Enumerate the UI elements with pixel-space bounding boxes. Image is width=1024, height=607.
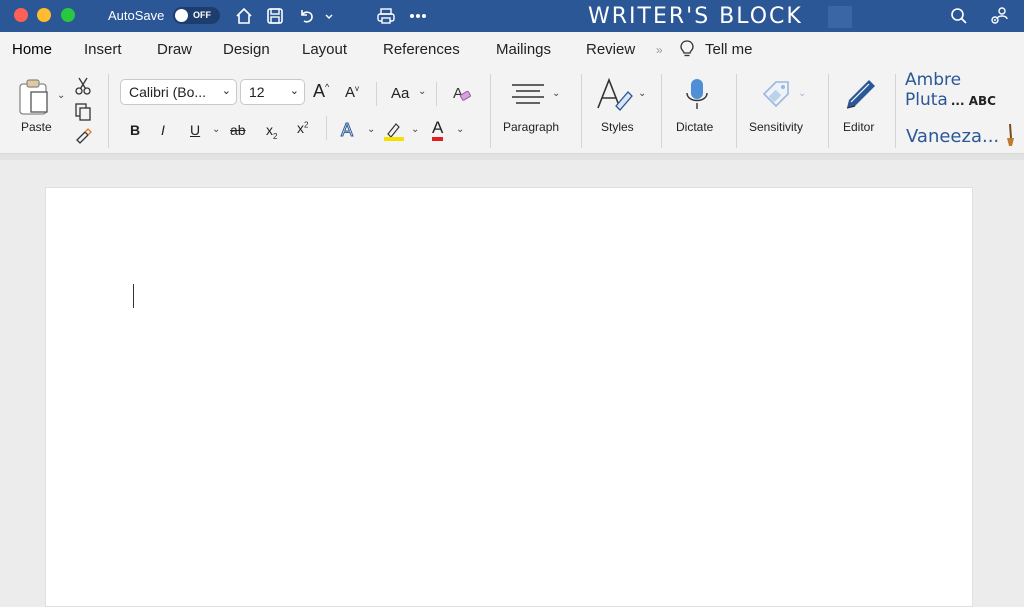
ribbon-separator [490,74,491,148]
sensitivity-icon[interactable] [760,76,794,115]
font-name-value: Calibri (Bo... [129,84,207,100]
tab-design[interactable]: Design [223,41,270,58]
document-page[interactable] [45,187,973,607]
close-window-button[interactable] [14,8,28,22]
toggle-knob [175,9,188,22]
copy-icon[interactable] [74,102,92,127]
chevron-down-icon: ⌄ [221,85,231,97]
paste-icon[interactable] [18,78,54,121]
ribbon-separator [376,82,377,106]
change-case-label: Aa [391,85,410,102]
clear-formatting-icon[interactable]: A [452,83,472,108]
strikethrough-button[interactable]: ab [230,122,246,138]
home-icon[interactable] [233,5,255,27]
cut-icon[interactable] [74,76,92,101]
autosave-state: OFF [193,10,211,20]
ribbon-separator [736,74,737,148]
tab-review[interactable]: Review [586,41,635,58]
styles-label[interactable]: Styles [601,120,634,134]
superscript-button[interactable]: x2 [297,120,308,136]
paragraph-dropdown-icon[interactable]: ⌄ [552,88,560,99]
print-icon[interactable] [375,5,397,27]
shrink-font-button[interactable]: Av [345,84,359,101]
styles-icon[interactable] [596,76,636,117]
tab-draw[interactable]: Draw [157,41,192,58]
undo-icon[interactable] [296,5,318,27]
shrink-font-label: A [345,84,356,101]
profile-name-line2: Pluta... ABC [905,90,996,110]
subscript-button[interactable]: x2 [266,122,277,141]
ribbon-separator [895,74,896,148]
tab-home[interactable]: Home [12,41,52,58]
font-color-dropdown-icon[interactable]: ⌄ [456,124,464,135]
format-painter-icon[interactable] [74,126,92,151]
italic-button[interactable]: I [161,122,165,138]
autosave-toggle[interactable]: OFF [173,7,220,24]
grow-font-label: A [313,81,326,101]
title-decoration [828,6,852,28]
autosave-label: AutoSave [108,8,165,23]
minimize-window-button[interactable] [37,8,51,22]
font-name-select[interactable]: Calibri (Bo... ⌄ [120,79,237,105]
document-canvas [0,160,1024,607]
font-size-value: 12 [249,84,265,100]
change-case-dropdown-icon[interactable]: ⌄ [418,86,426,97]
more-options-icon[interactable] [407,5,429,27]
sensitivity-dropdown-icon[interactable]: ⌄ [798,88,806,99]
profile-name-line2-suffix: ... ABC [950,94,996,108]
profile-name-line2-text: Pluta [905,90,948,110]
chevron-down-icon: ⌄ [289,85,299,97]
text-effects-button[interactable]: A [340,120,353,141]
ribbon-separator [108,74,109,148]
undo-dropdown-icon[interactable] [318,5,340,27]
paragraph-label[interactable]: Paragraph [503,120,559,134]
superscript-label: x [297,120,304,136]
bold-button[interactable]: B [130,122,140,138]
title-bar: AutoSave OFF WRITER'S BLOCK [0,0,1024,32]
font-color-button[interactable]: A [432,119,444,141]
tab-layout[interactable]: Layout [302,41,347,58]
subscript-label: x [266,122,273,138]
paste-label[interactable]: Paste [21,120,52,134]
sensitivity-label[interactable]: Sensitivity [749,120,803,134]
tab-insert[interactable]: Insert [84,41,122,58]
paragraph-icon[interactable] [510,82,546,113]
editor-label[interactable]: Editor [843,120,874,134]
editor-icon[interactable] [843,76,879,117]
home-ribbon: ⌄ Paste Calibri (Bo... ⌄ 12 ⌄ A^ Av Aa ⌄… [0,68,1024,154]
zoom-window-button[interactable] [61,8,75,22]
ribbon-separator [326,116,327,140]
more-tabs-chevron-icon[interactable]: » [656,43,663,57]
ribbon-separator [828,74,829,148]
text-cursor [133,284,134,308]
tab-references[interactable]: References [383,41,460,58]
profile-name-line3: Vaneeza... [906,126,1000,147]
underline-button[interactable]: U [190,122,200,138]
ribbon-separator [661,74,662,148]
paste-dropdown-icon[interactable]: ⌄ [57,90,65,101]
lightbulb-icon[interactable] [680,40,694,62]
ribbon-tabs: Home Insert Draw Design Layout Reference… [0,32,1024,68]
profile-name-line1: Ambre [905,70,962,90]
document-title: WRITER'S BLOCK [588,4,803,29]
ribbon-separator [581,74,582,148]
dictate-label[interactable]: Dictate [676,120,713,134]
save-icon[interactable] [264,5,286,27]
font-size-select[interactable]: 12 ⌄ [240,79,305,105]
change-case-button[interactable]: Aa [391,85,409,102]
svg-text:A: A [453,85,463,102]
styles-dropdown-icon[interactable]: ⌄ [638,88,646,99]
ribbon-separator [436,82,437,106]
highlight-dropdown-icon[interactable]: ⌄ [411,124,419,135]
brush-icon [1004,122,1016,153]
tell-me-search[interactable]: Tell me [705,41,753,58]
highlight-icon[interactable] [383,120,405,147]
grow-font-button[interactable]: A^ [313,81,329,102]
text-effects-dropdown-icon[interactable]: ⌄ [367,124,375,135]
tab-mailings[interactable]: Mailings [496,41,551,58]
account-settings-icon[interactable] [988,5,1010,27]
underline-dropdown-icon[interactable]: ⌄ [212,124,220,135]
microphone-icon[interactable] [684,77,710,118]
search-icon[interactable] [948,5,970,27]
